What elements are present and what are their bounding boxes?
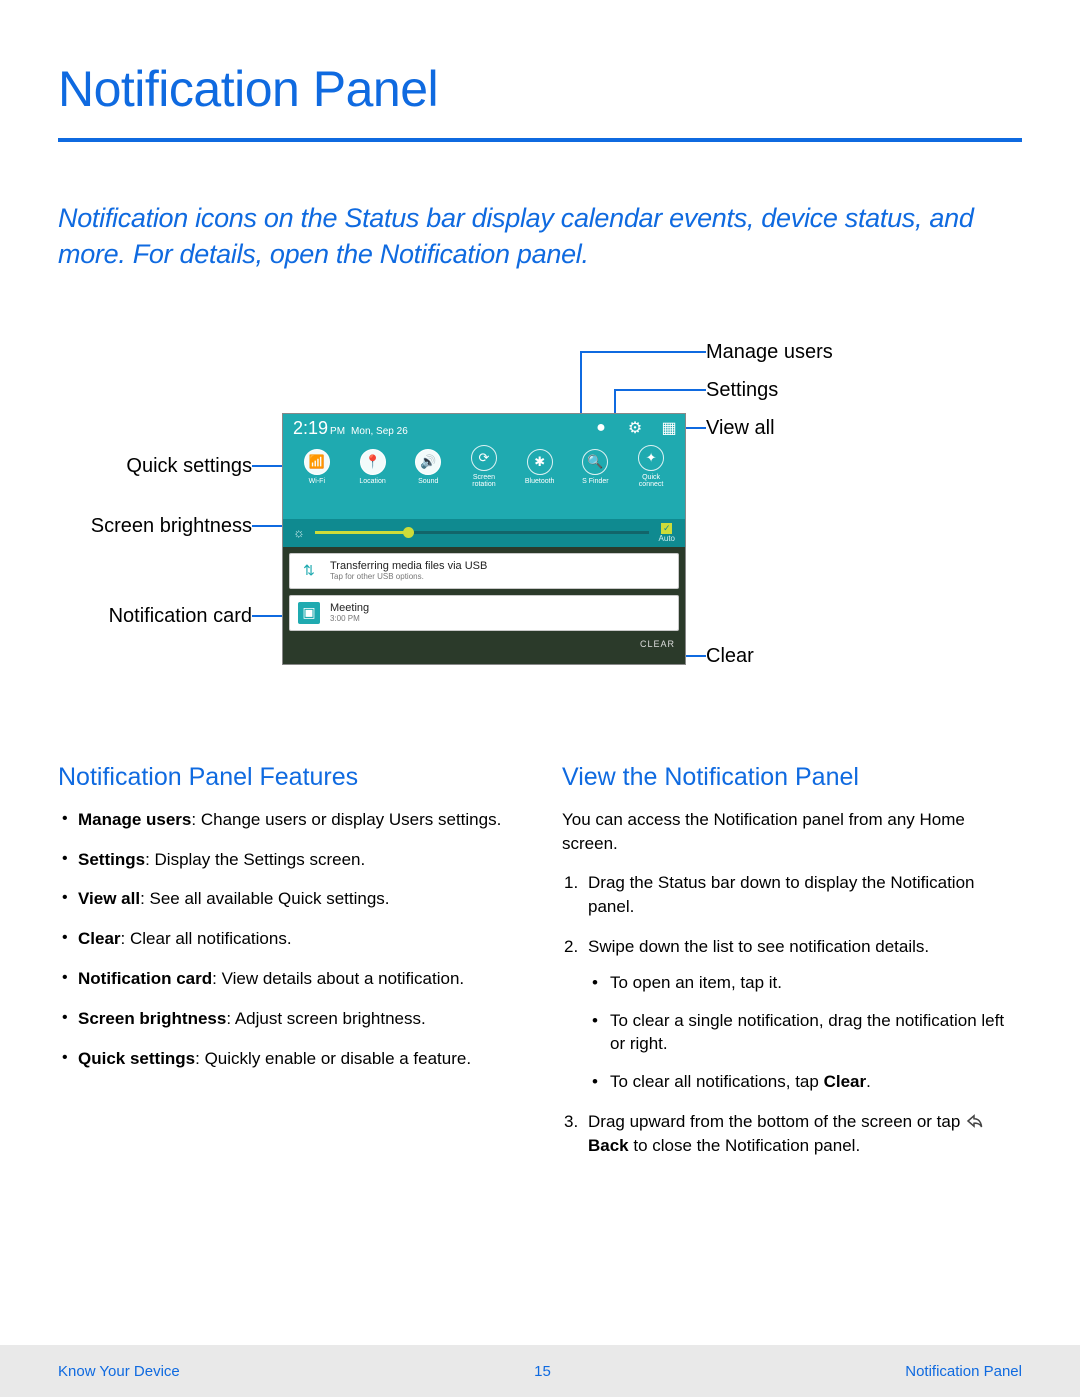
callout-manage-users: Manage users: [706, 341, 833, 364]
page-footer: Know Your Device 15 Notification Panel: [0, 1345, 1080, 1397]
callout-clear: Clear: [706, 645, 754, 668]
qs-wi-fi[interactable]: 📶 Wi-Fi: [297, 449, 337, 485]
clock-date: Mon, Sep 26: [351, 426, 408, 437]
manage-users-icon[interactable]: ●: [591, 418, 611, 438]
card-title: Transferring media files via USB: [330, 560, 487, 572]
clock-time: 2:19: [293, 418, 328, 439]
notification-card[interactable]: ⇅ Transferring media files via USBTap for…: [289, 553, 679, 589]
qs-s-finder[interactable]: 🔍 S Finder: [575, 449, 615, 485]
substep-clear-all: To clear all notifications, tap Clear.: [588, 1070, 1022, 1094]
feature-item: Clear: Clear all notifications.: [58, 927, 518, 951]
qs-location[interactable]: 📍 Location: [353, 449, 393, 485]
leader-line: [580, 351, 582, 421]
clock-ampm: PM: [330, 426, 345, 437]
substep-open: To open an item, tap it.: [588, 971, 1022, 995]
clear-button[interactable]: CLEAR: [640, 639, 675, 649]
qs-bluetooth[interactable]: ✱ Bluetooth: [520, 449, 560, 485]
features-heading: Notification Panel Features: [58, 763, 518, 792]
qs-label: S Finder: [575, 478, 615, 485]
feature-item: Notification card: View details about a …: [58, 967, 518, 991]
qs-icon: 📍: [360, 449, 386, 475]
step-1: Drag the Status bar down to display the …: [562, 871, 1022, 919]
view-all-icon[interactable]: ▦: [659, 418, 679, 438]
qs-label: Wi-Fi: [297, 478, 337, 485]
leader-line: [614, 389, 706, 391]
card-icon: ▣: [298, 602, 320, 624]
callout-screen-brightness: Screen brightness: [91, 515, 252, 538]
slider-thumb[interactable]: [403, 527, 414, 538]
feature-item: Screen brightness: Adjust screen brightn…: [58, 1007, 518, 1031]
feature-item: Settings: Display the Settings screen.: [58, 848, 518, 872]
footer-left: Know Your Device: [58, 1363, 180, 1380]
qs-label: Screen rotation: [464, 474, 504, 489]
feature-item: Manage users: Change users or display Us…: [58, 808, 518, 832]
figure-area: Manage users Settings View all Clear Qui…: [58, 343, 1022, 703]
qs-screen-rotation[interactable]: ⟳ Screen rotation: [464, 445, 504, 489]
callout-notification-card: Notification card: [109, 605, 252, 628]
settings-icon[interactable]: ⚙: [625, 418, 645, 438]
notification-card[interactable]: ▣ Meeting3:00 PM: [289, 595, 679, 631]
card-sub: Tap for other USB options.: [330, 572, 487, 581]
qs-label: Quick connect: [631, 474, 671, 489]
qs-label: Sound: [408, 478, 448, 485]
card-icon: ⇅: [298, 560, 320, 582]
card-title: Meeting: [330, 602, 369, 614]
view-column: View the Notification Panel You can acce…: [562, 763, 1022, 1174]
intro-text: Notification icons on the Status bar dis…: [58, 200, 1022, 273]
step-2-text: Swipe down the list to see notification …: [588, 937, 929, 956]
features-column: Notification Panel Features Manage users…: [58, 763, 518, 1174]
footer-right: Notification Panel: [905, 1363, 1022, 1380]
quick-settings-row: 📶 Wi-Fi 📍 Location 🔊 Sound ⟳ Screen rotation ✱ Bl…: [283, 439, 685, 489]
view-intro: You can access the Notification panel fr…: [562, 808, 1022, 856]
step-3: Drag upward from the bottom of the scree…: [562, 1110, 1022, 1158]
qs-icon: ✦: [638, 445, 664, 471]
substep-clear-one: To clear a single notification, drag the…: [588, 1009, 1022, 1057]
callout-settings: Settings: [706, 379, 778, 402]
qs-icon: ✱: [527, 449, 553, 475]
auto-brightness-toggle[interactable]: ✓ Auto: [659, 523, 675, 543]
callout-view-all: View all: [706, 417, 775, 440]
callout-quick-settings: Quick settings: [126, 455, 252, 478]
qs-icon: 🔊: [415, 449, 441, 475]
qs-icon: 🔍: [582, 449, 608, 475]
qs-quick-connect[interactable]: ✦ Quick connect: [631, 445, 671, 489]
title-divider: [58, 138, 1022, 142]
qs-label: Bluetooth: [520, 478, 560, 485]
feature-item: Quick settings: Quickly enable or disabl…: [58, 1047, 518, 1071]
step-2: Swipe down the list to see notification …: [562, 935, 1022, 1094]
brightness-icon: ☼: [293, 525, 305, 540]
page-title: Notification Panel: [58, 60, 1022, 118]
leader-line: [580, 351, 706, 353]
qs-sound[interactable]: 🔊 Sound: [408, 449, 448, 485]
back-icon: [965, 1113, 983, 1129]
device-screenshot: 2:19 PM Mon, Sep 26 ● ⚙ ▦ 📶 Wi-Fi 📍 Locatio…: [282, 413, 686, 665]
auto-label: Auto: [659, 534, 675, 543]
qs-icon: ⟳: [471, 445, 497, 471]
qs-label: Location: [353, 478, 393, 485]
qs-icon: 📶: [304, 449, 330, 475]
brightness-slider[interactable]: ☼ ✓ Auto: [283, 519, 685, 547]
card-sub: 3:00 PM: [330, 614, 369, 623]
footer-page-number: 15: [534, 1363, 551, 1380]
view-heading: View the Notification Panel: [562, 763, 1022, 792]
feature-item: View all: See all available Quick settin…: [58, 887, 518, 911]
slider-track[interactable]: [315, 531, 649, 534]
